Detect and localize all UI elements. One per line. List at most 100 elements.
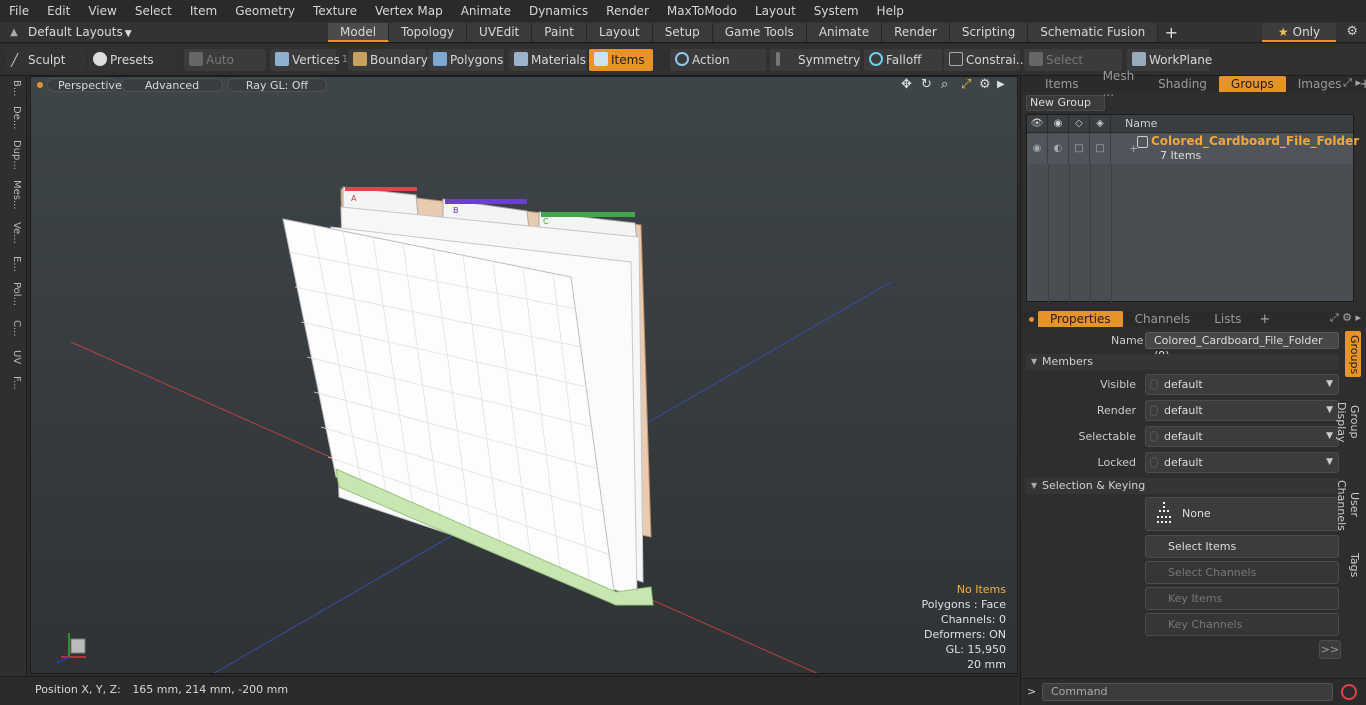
layout-toggle-icon[interactable]: ▲ (0, 27, 28, 38)
selection-keying-section[interactable]: ▼ Selection & Keying (1026, 478, 1339, 494)
symmetry-button[interactable]: Symmetry (770, 49, 860, 71)
panel-options-icon[interactable]: ⤢ ⚙ ▸ (1330, 311, 1361, 325)
tab-items[interactable]: Items (1033, 76, 1091, 92)
side-tab-tags[interactable]: Tags (1345, 549, 1361, 581)
record-icon[interactable] (1341, 684, 1357, 700)
row-lock-icon[interactable]: □ (1090, 134, 1111, 164)
locked-select[interactable]: default ▼ (1145, 452, 1339, 473)
auto-select-button[interactable]: Auto Select (184, 49, 266, 89)
side-tab-group-display[interactable]: Group Display (1335, 383, 1361, 461)
vertices-button[interactable]: Vertices 1 (270, 49, 348, 71)
select-items-button[interactable]: Select Items (1145, 535, 1339, 558)
constraints-button[interactable]: Constrai... (944, 49, 1027, 71)
add-tab-icon[interactable]: + (1158, 23, 1184, 42)
tab-properties[interactable]: Properties (1038, 311, 1123, 327)
viewport-more-icon[interactable]: ▶ (997, 79, 1005, 90)
tab-topology[interactable]: Topology (389, 22, 468, 42)
left-strip-tab[interactable]: UV (4, 350, 22, 364)
fit-view-icon[interactable]: ⤢ (961, 77, 971, 92)
command-input[interactable]: Command (1042, 683, 1333, 701)
left-strip-tab[interactable]: B... (4, 80, 22, 96)
left-strip-tab[interactable]: Ve... (4, 222, 22, 244)
menu-item-render[interactable]: Render (597, 0, 658, 22)
new-group-button[interactable]: New Group (1026, 95, 1105, 111)
items-button[interactable]: Items 5 (589, 49, 663, 71)
zoom-view-icon[interactable]: ⌕ (941, 77, 948, 92)
tab-game-tools[interactable]: Game Tools (712, 22, 807, 42)
tab-model[interactable]: Model (328, 22, 390, 42)
more-button[interactable]: >> (1319, 640, 1341, 659)
tab-paint[interactable]: Paint (532, 22, 587, 42)
only-button[interactable]: ★ Only (1262, 23, 1336, 42)
raygl-button[interactable]: Ray GL: Off (227, 78, 327, 92)
presets-button[interactable]: Presets (88, 49, 176, 71)
tab-lists[interactable]: Lists (1202, 311, 1253, 327)
tab-uvedit[interactable]: UVEdit (467, 22, 533, 42)
tab-setup[interactable]: Setup (652, 22, 713, 42)
menu-item-item[interactable]: Item (181, 0, 226, 22)
boundary-button[interactable]: Boundary (348, 49, 428, 71)
select-icon[interactable]: ◇ (1069, 114, 1090, 133)
rotate-view-icon[interactable]: ↻ (921, 77, 932, 92)
menu-item-view[interactable]: View (79, 0, 125, 22)
tab-scripting[interactable]: Scripting (949, 22, 1029, 42)
members-section[interactable]: ▼ Members (1026, 354, 1339, 370)
menu-item-file[interactable]: File (0, 0, 38, 22)
tab-animate[interactable]: Animate (806, 22, 883, 42)
row-eye-icon[interactable]: ◉ (1027, 134, 1048, 164)
left-strip-tab[interactable]: Pol... (4, 282, 22, 306)
layout-select[interactable]: Default Layouts ▼ (28, 25, 328, 39)
polygons-button[interactable]: Polygons (428, 49, 504, 71)
left-strip-tab[interactable]: Mes... (4, 180, 22, 210)
left-strip-tab[interactable]: Dup... (4, 140, 22, 170)
key-items-button[interactable]: Key Items (1145, 587, 1339, 610)
group-row[interactable]: ◉ ◐ □ □ + Colored_Cardboard_File_Folder … (1027, 134, 1359, 164)
row-select-icon[interactable]: □ (1069, 134, 1090, 164)
none-button[interactable]: None (1145, 497, 1339, 531)
selectable-select[interactable]: default ▼ (1145, 426, 1339, 447)
viewport-gear-icon[interactable]: ⚙ (979, 77, 991, 92)
key-channels-button[interactable]: Key Channels (1145, 613, 1339, 636)
visible-select[interactable]: default ▼ (1145, 374, 1339, 395)
menu-item-texture[interactable]: Texture (304, 0, 366, 22)
visibility-eye-icon[interactable]: 👁 (1027, 114, 1048, 133)
tab-channels[interactable]: Channels (1123, 311, 1203, 327)
3d-viewport[interactable]: A B C Perspective Advanced Ray GL: Off ✥… (30, 76, 1018, 674)
panel-expand-icon[interactable]: ⤢ ▸ (1343, 76, 1361, 90)
advanced-button[interactable]: Advanced (121, 78, 223, 92)
add-tab-icon[interactable]: + (1253, 312, 1276, 327)
group-name[interactable]: Colored_Cardboard_File_Folder (1151, 134, 1359, 148)
menu-item-maxtomodo[interactable]: MaxToModo (658, 0, 746, 22)
menu-item-help[interactable]: Help (868, 0, 913, 22)
left-strip-tab[interactable]: De... (4, 106, 22, 129)
left-strip-tab[interactable]: F... (4, 376, 22, 390)
gear-icon[interactable]: ⚙ (1346, 24, 1358, 39)
sculpt-button[interactable]: ╱ Sculpt (6, 49, 86, 71)
tab-render[interactable]: Render (882, 22, 950, 42)
materials-button[interactable]: Materials (509, 49, 587, 71)
viewport-menu-dot[interactable] (37, 82, 43, 88)
move-view-icon[interactable]: ✥ (901, 77, 912, 92)
perspective-button[interactable]: Perspective (47, 78, 122, 92)
menu-item-edit[interactable]: Edit (38, 0, 79, 22)
tab-shading[interactable]: Shading (1146, 76, 1219, 92)
menu-item-vertex-map[interactable]: Vertex Map (366, 0, 452, 22)
name-field[interactable]: Colored_Cardboard_File_Folder (9) (1145, 332, 1339, 362)
side-tab-user-channels[interactable]: User Channels (1335, 465, 1361, 545)
menu-item-animate[interactable]: Animate (452, 0, 520, 22)
render-icon[interactable]: ◉ (1048, 114, 1069, 133)
menu-item-select[interactable]: Select (126, 0, 181, 22)
tab-layout[interactable]: Layout (586, 22, 653, 42)
falloff-button[interactable]: Falloff (864, 49, 942, 71)
props-menu-dot[interactable] (1029, 316, 1034, 322)
lock-icon[interactable]: ◈ (1090, 114, 1111, 133)
left-strip-tab[interactable]: C... (4, 320, 22, 337)
select-channels-button[interactable]: Select Channels (1145, 561, 1339, 584)
action-center-button[interactable]: Action Center (670, 49, 766, 89)
row-render-icon[interactable]: ◐ (1048, 134, 1069, 164)
side-tab-groups[interactable]: Groups (1345, 331, 1361, 377)
tab-schematic-fusion[interactable]: Schematic Fusion (1028, 22, 1159, 42)
tab-groups[interactable]: Groups (1218, 76, 1286, 92)
menu-item-geometry[interactable]: Geometry (226, 0, 304, 22)
menu-item-layout[interactable]: Layout (746, 0, 805, 22)
